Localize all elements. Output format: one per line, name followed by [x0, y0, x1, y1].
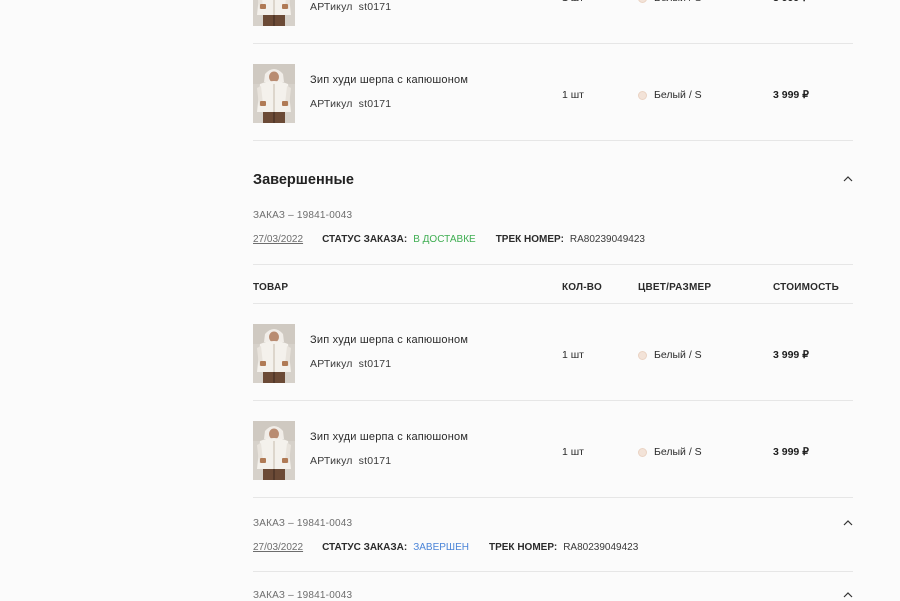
product-price: 3 999 ₽	[773, 349, 809, 361]
color-swatch	[638, 350, 647, 360]
product-qty: 1 шт	[562, 446, 584, 458]
track-label: ТРЕК НОМЕР:	[495, 234, 564, 245]
status-value: ЗАВЕРШЕН	[413, 542, 469, 553]
order-date[interactable]: 27/03/2022	[253, 542, 303, 553]
table-row: Зип худи шерпа с капюшоном АРТикул st0171…	[253, 304, 853, 401]
product-name[interactable]: Зип худи шерпа с капюшоном	[310, 334, 468, 346]
order-id[interactable]: ЗАКАЗ – 19841-0043	[253, 590, 352, 601]
chevron-up-icon[interactable]	[843, 592, 853, 598]
product-image[interactable]	[253, 64, 295, 123]
table-row: Зип худи шерпа с капюшоном АРТикул st0171…	[253, 44, 853, 141]
divider	[253, 571, 853, 572]
product-color-size: Белый / S	[638, 89, 702, 101]
article-value: st0171	[358, 358, 392, 370]
article-value: st0171	[358, 1, 392, 13]
article-label: АРТикул	[310, 455, 353, 467]
product-qty: 1 шт	[562, 349, 584, 361]
product-article: АРТикул st0171	[310, 1, 391, 13]
color-size-value: Белый / S	[654, 446, 702, 458]
product-color-size: Белый / S	[638, 446, 702, 458]
order-meta: 27/03/2022 СТАТУС ЗАКАЗА: В ДОСТАВКЕ ТРЕ…	[253, 234, 645, 245]
order-id[interactable]: ЗАКАЗ – 19841-0043	[253, 210, 352, 221]
table-header: Товар Кол-во Цвет/Размер Стоимость	[253, 264, 853, 304]
color-swatch	[638, 90, 647, 100]
section-title-completed[interactable]: Завершенные	[253, 172, 354, 188]
product-name[interactable]: Зип худи шерпа с капюшоном	[310, 431, 468, 443]
article-value: st0171	[358, 455, 392, 467]
color-size-value: Белый / S	[654, 349, 702, 361]
product-qty: 1 шт	[562, 89, 584, 101]
product-article: АРТикул st0171	[310, 98, 391, 110]
product-color-size: Белый / S	[638, 0, 702, 4]
status-label: СТАТУС ЗАКАЗА:	[322, 234, 408, 245]
article-value: st0171	[358, 98, 392, 110]
article-label: АРТикул	[310, 98, 353, 110]
color-swatch	[638, 447, 647, 457]
table-row: Зип худи шерпа с капюшоном АРТикул st0171…	[253, 401, 853, 498]
product-article: АРТикул st0171	[310, 358, 391, 370]
article-label: АРТикул	[310, 1, 353, 13]
order-meta: 27/03/2022 СТАТУС ЗАКАЗА: ЗАВЕРШЕН ТРЕК …	[253, 542, 638, 553]
order-date[interactable]: 27/03/2022	[253, 234, 303, 245]
order-id[interactable]: ЗАКАЗ – 19841-0043	[253, 518, 352, 529]
chevron-up-icon[interactable]	[843, 520, 853, 526]
status-label: СТАТУС ЗАКАЗА:	[322, 542, 408, 553]
article-label: АРТикул	[310, 358, 353, 370]
color-size-value: Белый / S	[654, 0, 702, 4]
color-size-value: Белый / S	[654, 89, 702, 101]
col-qty: Кол-во	[562, 282, 602, 293]
track-number: RA80239049423	[563, 542, 639, 553]
color-swatch	[638, 0, 647, 3]
product-qty: 1 шт	[562, 0, 584, 4]
table-row: Зип худи шерпа с капюшоном АРТикулst0171…	[253, 0, 853, 44]
product-price: 3 999 ₽	[773, 446, 809, 458]
product-price: 3 999 ₽	[773, 0, 809, 4]
track-label: ТРЕК НОМЕР:	[488, 542, 558, 553]
product-name[interactable]: Зип худи шерпа с капюшоном	[310, 74, 468, 86]
orders-panel: Зип худи шерпа с капюшоном АРТикул st0171…	[253, 0, 853, 601]
chevron-up-icon[interactable]	[843, 176, 853, 182]
product-article: АРТикул st0171	[310, 455, 391, 467]
status-value: В ДОСТАВКЕ	[413, 234, 476, 245]
product-color-size: Белый / S	[638, 349, 702, 361]
product-image[interactable]	[253, 0, 295, 26]
product-image[interactable]	[253, 324, 295, 383]
col-color-size: Цвет/Размер	[638, 282, 712, 293]
track-number: RA80239049423	[569, 234, 645, 245]
product-price: 3 999 ₽	[773, 89, 809, 101]
col-price: Стоимость	[773, 282, 839, 293]
product-image[interactable]	[253, 421, 295, 480]
col-product: Товар	[253, 282, 289, 293]
